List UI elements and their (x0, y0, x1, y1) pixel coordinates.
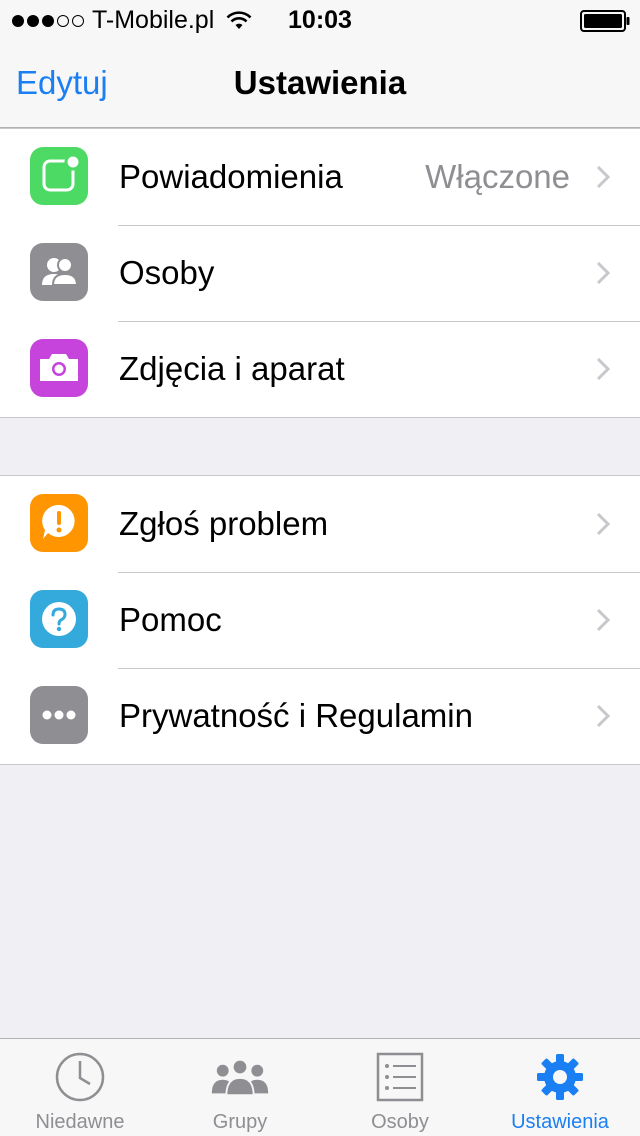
camera-icon (30, 339, 88, 397)
tab-label: Niedawne (35, 1111, 125, 1133)
settings-group-1: Powiadomienia Włączone Osoby Zdjęcia i a… (0, 128, 640, 418)
tab-label: Ustawienia (511, 1111, 609, 1133)
groups-icon (210, 1051, 270, 1103)
chevron-right-icon (596, 512, 610, 536)
tab-contacts[interactable]: Osoby (320, 1039, 480, 1136)
chevron-right-icon (596, 357, 610, 381)
tab-label: Osoby (371, 1111, 429, 1133)
tab-settings[interactable]: Ustawienia (480, 1039, 640, 1136)
chevron-right-icon (596, 608, 610, 632)
row-label: Prywatność i Regulamin (119, 697, 473, 734)
report-problem-icon (30, 494, 88, 552)
row-label: Zgłoś problem (119, 505, 329, 542)
tab-bar: Niedawne Grupy Osoby Ustawienia (0, 1038, 640, 1136)
contacts-icon (30, 243, 88, 301)
clock-icon (50, 1051, 110, 1103)
row-label: Zdjęcia i aparat (119, 350, 345, 387)
more-icon (30, 686, 88, 744)
chevron-right-icon (596, 165, 610, 189)
notifications-icon (30, 147, 88, 205)
settings-group-2: Zgłoś problem Pomoc Prywatność i Regulam… (0, 475, 640, 765)
edit-button[interactable]: Edytuj (16, 64, 108, 102)
contacts-list-icon (370, 1051, 430, 1103)
navigation-bar: Ustawienia Edytuj (0, 40, 640, 128)
settings-row-help[interactable]: Pomoc (0, 572, 640, 668)
tab-recent[interactable]: Niedawne (0, 1039, 160, 1136)
settings-row-notifications[interactable]: Powiadomienia Włączone (0, 129, 640, 225)
gear-icon (530, 1051, 590, 1103)
tab-groups[interactable]: Grupy (160, 1039, 320, 1136)
settings-row-privacy-terms[interactable]: Prywatność i Regulamin (0, 668, 640, 764)
chevron-right-icon (596, 261, 610, 285)
battery-icon (580, 10, 630, 32)
row-label: Powiadomienia (119, 158, 343, 195)
row-label: Osoby (119, 254, 215, 291)
tab-label: Grupy (212, 1111, 268, 1133)
settings-row-photos-camera[interactable]: Zdjęcia i aparat (0, 321, 640, 417)
status-time: 10:03 (288, 6, 352, 34)
row-label: Pomoc (119, 601, 222, 638)
settings-row-report-problem[interactable]: Zgłoś problem (0, 476, 640, 572)
row-value: Włączone (425, 158, 570, 195)
help-icon (30, 590, 88, 648)
chevron-right-icon (596, 704, 610, 728)
status-bar: T-Mobile.pl 10:03 (0, 0, 640, 40)
settings-row-contacts[interactable]: Osoby (0, 225, 640, 321)
